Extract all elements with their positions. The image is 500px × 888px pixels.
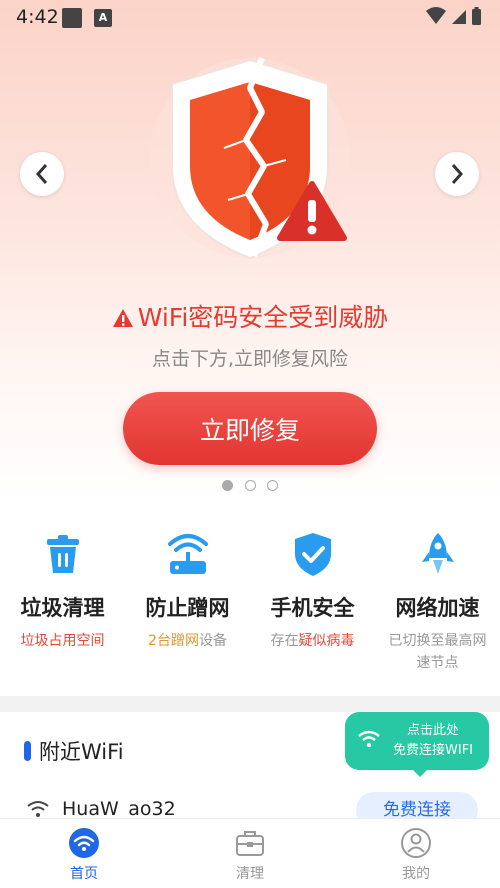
feature-title: 网络加速 <box>395 596 480 620</box>
feature-desc: 2台蹭网设备 <box>125 630 250 652</box>
section-accent-bar <box>24 741 31 761</box>
bottom-navigation: 首页 清理 我的 <box>0 818 500 888</box>
tab-clean[interactable]: 清理 <box>200 827 300 883</box>
status-icons <box>424 6 488 32</box>
keyboard-notification-icon: A <box>94 9 112 27</box>
tab-label: 清理 <box>236 866 264 882</box>
wifi-list-item[interactable]: HuaW_ao32 <box>26 798 176 820</box>
tab-home[interactable]: 首页 <box>34 827 134 883</box>
wifi-home-icon <box>68 827 100 859</box>
carousel-next-button[interactable] <box>435 152 479 196</box>
feature-desc-part: 垃圾占用空间 <box>20 633 105 649</box>
user-icon <box>400 827 432 859</box>
carousel-prev-button[interactable] <box>20 152 64 196</box>
hero-section: 4:42 A WiFi密码安全受到威胁 点击下方,立即修复风险 立即修复 <box>0 0 500 500</box>
feature-desc-part: 已切换至最高网速节点 <box>388 633 487 671</box>
warning-title-text: WiFi密码安全受到威胁 <box>137 303 389 332</box>
warning-title: WiFi密码安全受到威胁 <box>0 298 500 334</box>
trash-icon <box>39 530 87 578</box>
feature-phone-security[interactable]: 手机安全 存在疑似病毒 <box>250 530 375 652</box>
tab-label: 首页 <box>70 866 98 882</box>
feature-desc: 垃圾占用空间 <box>0 630 125 652</box>
tooltip-line: 点击此处 <box>406 723 459 738</box>
broken-shield-illustration <box>100 48 400 288</box>
feature-desc-part: 设备 <box>198 633 227 649</box>
tab-label: 我的 <box>402 866 430 882</box>
feature-network-boost[interactable]: 网络加速 已切换至最高网速节点 <box>375 530 500 674</box>
status-time: 4:42 <box>16 6 59 28</box>
feature-junk-clean[interactable]: 垃圾清理 垃圾占用空间 <box>0 530 125 652</box>
feature-anti-leech[interactable]: 防止蹭网 2台蹭网设备 <box>125 530 250 652</box>
router-icon <box>164 530 212 578</box>
nearby-wifi-title-text: 附近WiFi <box>39 740 124 764</box>
carousel-indicator <box>222 480 278 492</box>
tooltip-text: 点击此处 免费连接WIFI <box>383 721 483 761</box>
notification-icon <box>62 8 82 28</box>
feature-desc-part: 2台蹭网 <box>148 633 199 649</box>
wifi-name: HuaW_ao32 <box>62 798 176 820</box>
warning-subtitle: 点击下方,立即修复风险 <box>151 348 349 370</box>
tab-profile[interactable]: 我的 <box>366 827 466 883</box>
feature-grid: 垃圾清理 垃圾占用空间 防止蹭网 2台蹭网设备 手机安全 存在疑似病毒 网络加速… <box>0 500 500 696</box>
wifi-signal-icon <box>27 801 49 817</box>
feature-desc-part: 存在 <box>270 633 299 649</box>
connect-tooltip[interactable]: 点击此处 免费连接WIFI <box>345 712 489 770</box>
toolbox-icon <box>234 827 266 859</box>
feature-desc: 已切换至最高网速节点 <box>375 630 500 674</box>
feature-title: 手机安全 <box>270 596 355 620</box>
nearby-wifi-title: 附近WiFi <box>24 736 124 766</box>
rocket-icon <box>414 530 462 578</box>
carousel-dot[interactable] <box>267 480 278 491</box>
chevron-left-icon <box>35 164 48 184</box>
chevron-right-icon <box>451 164 464 184</box>
tooltip-line: 免费连接WIFI <box>393 743 473 758</box>
wifi-icon <box>357 729 381 753</box>
shield-check-icon <box>289 530 337 578</box>
feature-title: 垃圾清理 <box>20 596 105 620</box>
feature-desc: 存在疑似病毒 <box>250 630 375 652</box>
tooltip-tail <box>411 768 429 777</box>
feature-title: 防止蹭网 <box>145 596 230 620</box>
status-bar: 4:42 A <box>0 0 500 34</box>
warning-icon <box>112 309 133 327</box>
carousel-dot[interactable] <box>244 480 256 491</box>
carousel-dot[interactable] <box>222 480 233 491</box>
fix-now-button[interactable]: 立即修复 <box>123 392 377 465</box>
feature-desc-part: 疑似病毒 <box>298 633 355 649</box>
